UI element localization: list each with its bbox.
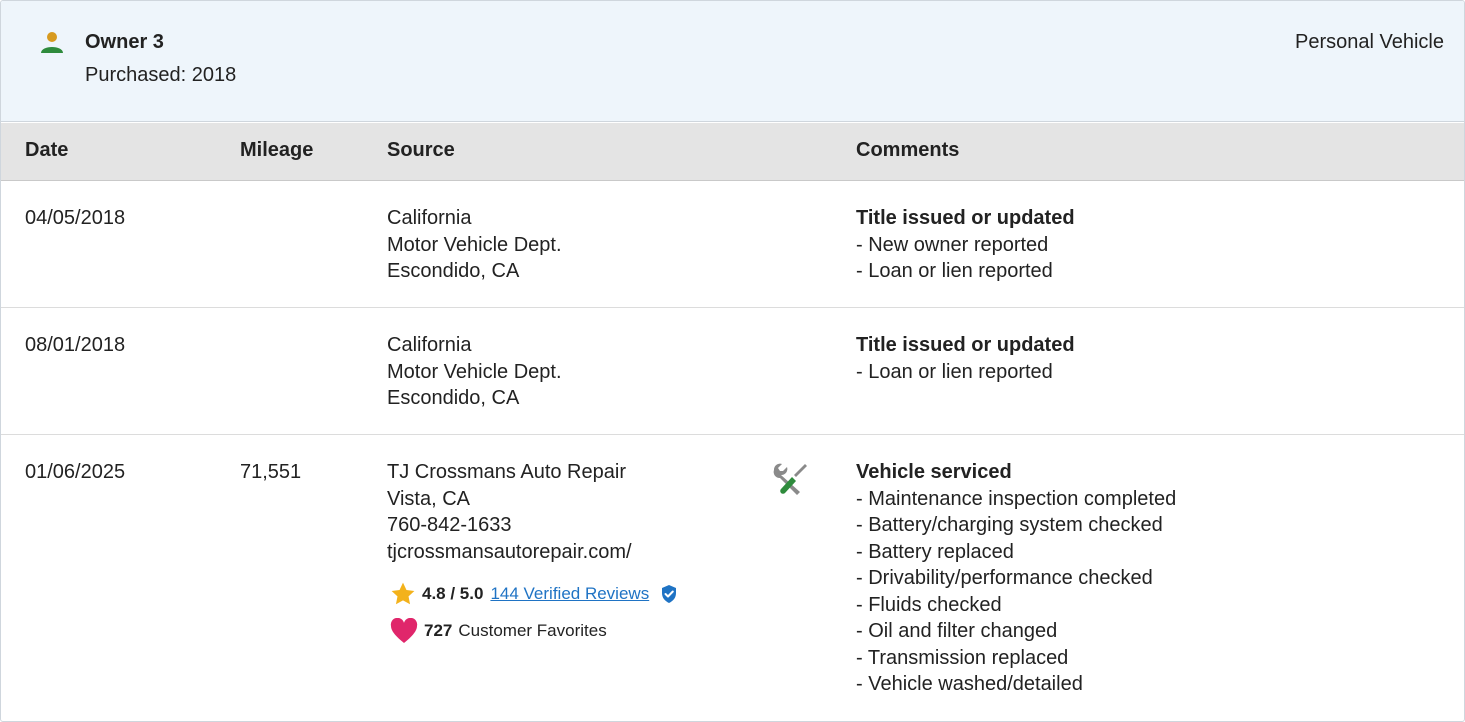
comment-item: Loan or lien reported [856, 359, 1075, 386]
star-icon [391, 582, 415, 605]
source-website: tjcrossmansautorepair.com/ [387, 540, 632, 563]
comment-item: Transmission replaced [856, 645, 1176, 672]
owner-title: Owner 3 [85, 31, 164, 53]
record-source: TJ Crossmans Auto Repair Vista, CA 760-8… [387, 459, 632, 565]
column-header-source: Source [387, 139, 455, 161]
shop-rating: 4.8 / 5.0 144 Verified Reviews [390, 581, 679, 607]
record-mileage: 71,551 [240, 461, 302, 483]
record-date: 08/01/2018 [25, 334, 126, 356]
column-header-mileage: Mileage [240, 139, 314, 161]
source-line: Motor Vehicle Dept. [387, 233, 562, 256]
vehicle-use-type: Personal Vehicle [1295, 31, 1444, 53]
source-line: California [387, 334, 472, 356]
record-source: California Motor Vehicle Dept. Escondido… [387, 332, 562, 412]
record-comments: Title issued or updated New owner report… [856, 205, 1075, 285]
wrench-screwdriver-icon [773, 463, 807, 495]
comment-item: Maintenance inspection completed [856, 486, 1176, 513]
favorites-label: Customer Favorites [458, 621, 607, 640]
verified-reviews-link[interactable]: 144 Verified Reviews [490, 584, 649, 604]
record-source: California Motor Vehicle Dept. Escondido… [387, 205, 562, 285]
table-row: 08/01/2018 California Motor Vehicle Dept… [1, 308, 1464, 435]
table-row: 04/05/2018 California Motor Vehicle Dept… [1, 181, 1464, 308]
owner-purchased-year: Purchased: 2018 [85, 64, 237, 86]
table-row: 01/06/2025 71,551 TJ Crossmans Auto Repa… [1, 435, 1464, 721]
comment-item: Fluids checked [856, 592, 1176, 619]
source-line: California [387, 207, 472, 229]
comment-item: Drivability/performance checked [856, 565, 1176, 592]
source-business-name: TJ Crossmans Auto Repair [387, 461, 626, 483]
person-icon [41, 32, 63, 53]
comment-item: Loan or lien reported [856, 258, 1075, 285]
rating-score: 4.8 / 5.0 [422, 584, 484, 603]
record-date: 04/05/2018 [25, 207, 126, 229]
source-location: Vista, CA [387, 487, 470, 510]
heart-icon [390, 618, 418, 643]
favorites-count: 727 [424, 621, 453, 640]
source-line: Motor Vehicle Dept. [387, 360, 562, 383]
comment-title: Title issued or updated [856, 207, 1075, 229]
owner-history-panel: Owner 3 Purchased: 2018 Personal Vehicle… [0, 0, 1465, 722]
record-comments: Title issued or updated Loan or lien rep… [856, 332, 1075, 385]
source-phone: 760-842-1633 [387, 514, 512, 536]
comment-item: Oil and filter changed [856, 618, 1176, 645]
comment-item: Battery/charging system checked [856, 512, 1176, 539]
comment-item: New owner reported [856, 232, 1075, 259]
verified-shield-icon [662, 585, 677, 603]
comment-title: Vehicle serviced [856, 461, 1012, 483]
source-line: Escondido, CA [387, 387, 520, 409]
source-line: Escondido, CA [387, 260, 520, 282]
comment-title: Title issued or updated [856, 334, 1075, 356]
owner-header: Owner 3 Purchased: 2018 Personal Vehicle [1, 1, 1464, 122]
record-comments: Vehicle serviced Maintenance inspection … [856, 459, 1176, 698]
table-header-row: Date Mileage Source Comments [1, 123, 1464, 181]
column-header-comments: Comments [856, 139, 960, 161]
column-header-date: Date [25, 139, 69, 161]
comment-item: Battery replaced [856, 539, 1176, 566]
shop-favorites: 727 Customer Favorites [390, 618, 607, 644]
record-date: 01/06/2025 [25, 461, 126, 483]
comment-item: Vehicle washed/detailed [856, 671, 1176, 698]
